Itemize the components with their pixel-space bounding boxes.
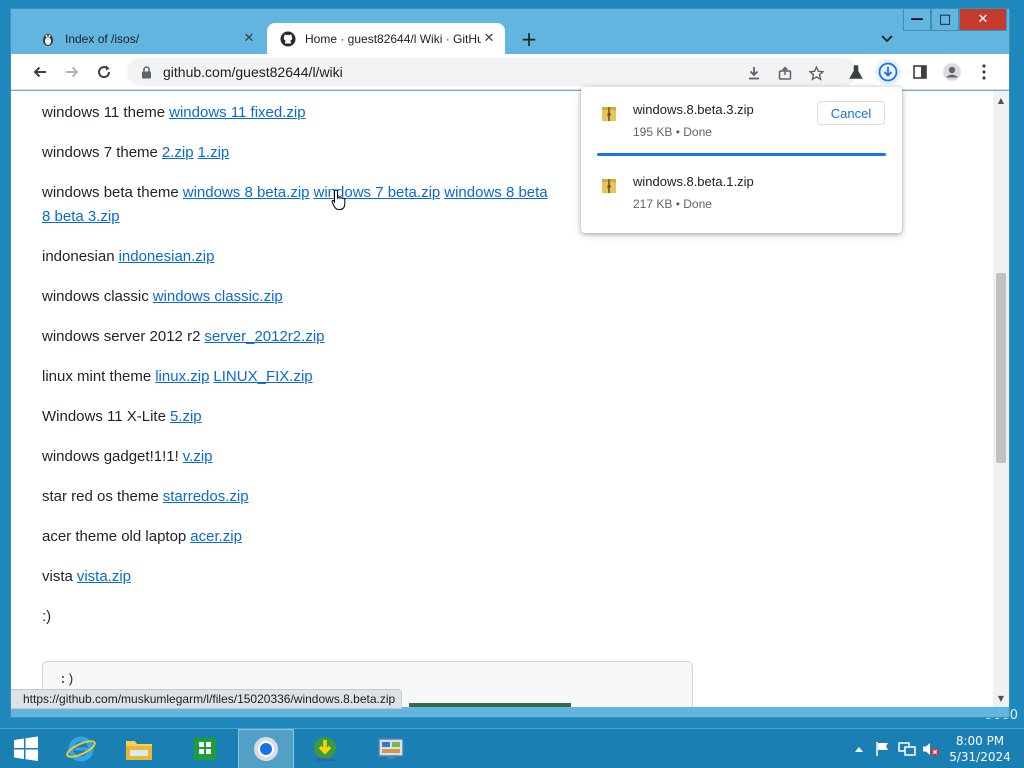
browser-toolbar: github.com/guest82644/l/wiki: [11, 54, 1009, 90]
download-link[interactable]: LINUX_FIX.zip: [213, 368, 312, 385]
internet-download-manager-icon[interactable]: [300, 729, 350, 768]
download-link[interactable]: windows 8 beta.zip: [183, 184, 310, 201]
tab-index-isos[interactable]: Index of /isos/ ✕: [27, 23, 265, 54]
scroll-up-arrow-icon[interactable]: ▲: [993, 93, 1009, 107]
taskbar: 8:00 PM 5/31/2024: [0, 728, 1024, 768]
download-item[interactable]: windows.8.beta.1.zip 217 KB • Done: [581, 159, 902, 219]
download-link[interactable]: vista.zip: [77, 568, 131, 585]
hand-cursor-icon: [331, 189, 347, 211]
store-icon[interactable]: [180, 729, 230, 768]
tab-title: Home · guest82644/l Wiki · GitHub: [305, 31, 481, 46]
download-link[interactable]: windows classic.zip: [153, 288, 283, 305]
chrome-icon[interactable]: [238, 729, 294, 768]
labs-flask-icon[interactable]: [843, 59, 869, 85]
zip-file-icon: [601, 105, 617, 123]
reload-icon[interactable]: [91, 59, 117, 85]
clock-date: 5/31/2024: [949, 750, 1011, 764]
address-bar[interactable]: github.com/guest82644/l/wiki: [127, 58, 857, 86]
download-link[interactable]: windows 8 beta: [444, 184, 547, 201]
share-icon[interactable]: [774, 62, 796, 84]
windows-start-icon[interactable]: [6, 729, 46, 768]
list-item: windows gadget!1!1! v.zip: [42, 448, 213, 465]
page-scrollbar[interactable]: ▲ ▼: [993, 91, 1009, 707]
system-clock[interactable]: 8:00 PM 5/31/2024: [942, 733, 1018, 765]
show-hidden-icons-icon[interactable]: [848, 738, 870, 760]
install-download-icon[interactable]: [743, 62, 765, 84]
list-item: vista vista.zip: [42, 568, 132, 585]
download-link[interactable]: 1.zip: [198, 144, 230, 161]
tab-close-icon[interactable]: ✕: [241, 31, 257, 47]
code-block-text: :): [59, 672, 75, 687]
download-link[interactable]: acer.zip: [190, 528, 242, 545]
download-link[interactable]: 8 beta 3.zip: [42, 208, 120, 225]
download-link[interactable]: windows 11 fixed.zip: [169, 104, 305, 121]
download-item[interactable]: windows.8.beta.3.zip 195 KB • Done Cance…: [581, 87, 902, 156]
list-item: windows server 2012 r2 server_2012r2.zip: [42, 328, 325, 345]
list-item: Windows 11 X-Lite 5.zip: [42, 408, 202, 425]
browser-window: — □ ✕ Index of /isos/ ✕ Home · guest8264…: [10, 8, 1010, 718]
download-link[interactable]: server_2012r2.zip: [204, 328, 324, 345]
link-status-bubble: https://github.com/muskumlegarm/l/files/…: [11, 689, 403, 709]
new-tab-icon[interactable]: +: [517, 27, 541, 51]
tab-close-icon[interactable]: ✕: [481, 31, 497, 47]
downloads-bubble: windows.8.beta.3.zip 195 KB • Done Cance…: [581, 87, 902, 233]
downloads-icon[interactable]: [875, 59, 901, 85]
tab-strip: Index of /isos/ ✕ Home · guest82644/l Wi…: [11, 23, 1011, 54]
tab-title: Index of /isos/: [65, 31, 140, 46]
download-link[interactable]: indonesian.zip: [119, 248, 215, 265]
download-link[interactable]: starredos.zip: [163, 488, 249, 505]
network-icon[interactable]: [896, 738, 918, 760]
download-link[interactable]: linux.zip: [155, 368, 209, 385]
download-meta: 217 KB • Done: [633, 197, 712, 211]
action-center-flag-icon[interactable]: [872, 738, 894, 760]
download-progress-bar: [597, 153, 886, 156]
github-icon: [279, 30, 297, 48]
cancel-button[interactable]: Cancel: [817, 101, 885, 125]
scroll-down-arrow-icon[interactable]: ▼: [993, 691, 1009, 705]
scroll-thumb[interactable]: [996, 273, 1006, 463]
download-link[interactable]: 2.zip: [162, 144, 194, 161]
clock-time: 8:00 PM: [955, 734, 1005, 748]
zip-file-icon: [601, 177, 617, 195]
side-panel-icon[interactable]: [907, 59, 933, 85]
linux-penguin-icon: [39, 30, 57, 48]
lock-icon[interactable]: [139, 65, 153, 79]
download-filename: windows.8.beta.1.zip: [633, 174, 754, 189]
menu-kebab-icon[interactable]: [971, 59, 997, 85]
list-item: windows classic windows classic.zip: [42, 288, 283, 305]
forward-icon[interactable]: [59, 59, 85, 85]
control-panel-icon[interactable]: [366, 729, 416, 768]
bookmark-star-icon[interactable]: [805, 62, 827, 84]
download-meta: 195 KB • Done: [633, 125, 712, 139]
list-item: acer theme old laptop acer.zip: [42, 528, 242, 545]
back-icon[interactable]: [27, 59, 53, 85]
tab-search-chevron-icon[interactable]: [877, 29, 897, 49]
volume-muted-icon[interactable]: [920, 738, 942, 760]
list-item: star red os theme starredos.zip: [42, 488, 249, 505]
profile-avatar-icon[interactable]: [939, 59, 965, 85]
download-link[interactable]: v.zip: [183, 448, 213, 465]
list-item: indonesian indonesian.zip: [42, 248, 215, 265]
tab-github-wiki[interactable]: Home · guest82644/l Wiki · GitHub ✕: [267, 23, 505, 54]
list-item: linux mint theme linux.zip LINUX_FIX.zip: [42, 368, 313, 385]
download-filename: windows.8.beta.3.zip: [633, 102, 754, 117]
internet-explorer-icon[interactable]: [56, 729, 106, 768]
download-link[interactable]: 5.zip: [170, 408, 202, 425]
file-explorer-icon[interactable]: [114, 729, 164, 768]
url-text: github.com/guest82644/l/wiki: [163, 64, 343, 80]
system-tray: [848, 729, 944, 768]
image-strip: [409, 703, 571, 707]
list-item: :): [42, 608, 52, 625]
